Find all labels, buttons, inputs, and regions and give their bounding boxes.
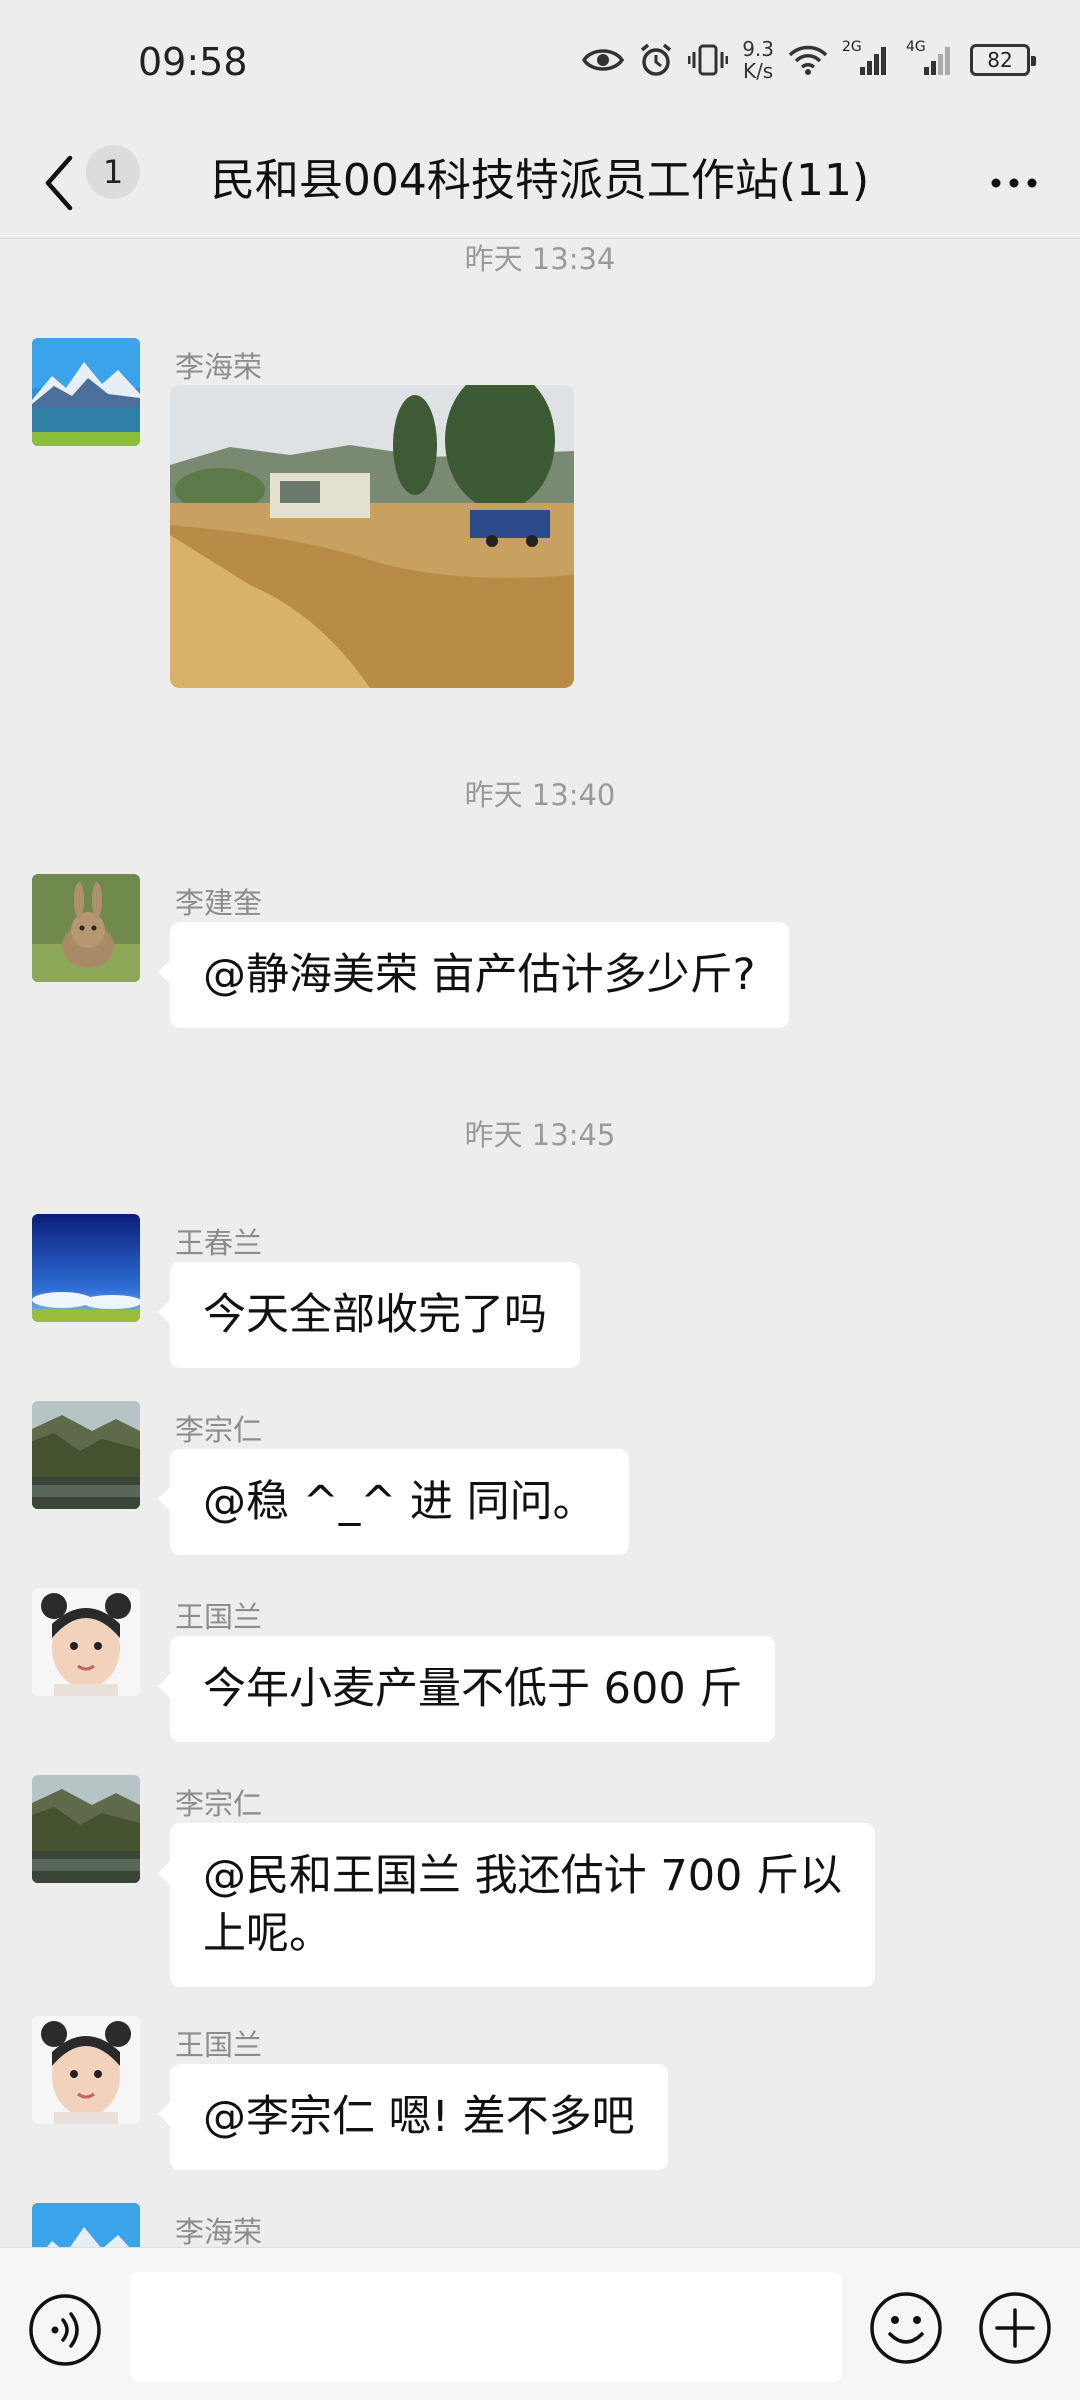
plus-icon[interactable] bbox=[977, 2290, 1053, 2366]
battery-indicator: 82 bbox=[970, 44, 1036, 76]
message-sender: 李宗仁 bbox=[175, 1413, 263, 1447]
net-speed-value: 9.3 bbox=[742, 37, 774, 61]
blue-sky-avatar[interactable] bbox=[32, 1214, 140, 1322]
message-sender: 李宗仁 bbox=[175, 1787, 263, 1821]
message-text-line: @民和王国兰 我还估计 700 斤以 bbox=[203, 1851, 843, 1901]
message-sender: 王国兰 bbox=[175, 2028, 263, 2062]
wifi-icon bbox=[788, 45, 828, 75]
emoji-icon[interactable] bbox=[868, 2290, 944, 2366]
mountain-lake-avatar[interactable] bbox=[32, 2203, 140, 2247]
more-horizontal-icon[interactable] bbox=[984, 158, 1044, 208]
valley-avatar[interactable] bbox=[32, 1401, 140, 1509]
eye-icon bbox=[582, 49, 625, 71]
mountain-lake-avatar[interactable] bbox=[32, 338, 140, 446]
message-timestamp: 昨天 13:34 bbox=[464, 242, 616, 276]
message-bubble[interactable]: 今年小麦产量不低于 600 斤 bbox=[157, 1636, 776, 1742]
signal-icon bbox=[860, 47, 886, 75]
child-avatar[interactable] bbox=[32, 1588, 140, 1696]
message-text-line: 上呢。 bbox=[203, 1909, 332, 1959]
status-bar: 09:58 9.3 K/s 2G 4G 82 bbox=[0, 0, 1080, 130]
status-time: 09:58 bbox=[138, 40, 248, 84]
chat-header: 1 民和县004科技特派员工作站(11) bbox=[0, 130, 1080, 240]
message-input[interactable] bbox=[130, 2272, 842, 2382]
status-icons: 9.3 K/s 2G 4G 82 bbox=[582, 38, 1036, 82]
rabbit-avatar[interactable] bbox=[32, 874, 140, 982]
message-bubble[interactable]: 今天全部收完了吗 bbox=[158, 1262, 580, 1368]
child-avatar[interactable] bbox=[32, 2016, 140, 2124]
net-speed-unit: K/s bbox=[742, 59, 774, 83]
signal-sim2: 4G bbox=[906, 39, 956, 77]
signal-icon bbox=[924, 47, 950, 75]
battery-level: 82 bbox=[987, 48, 1013, 72]
alarm-icon bbox=[641, 43, 672, 76]
message-bubble[interactable]: @静海美荣 亩产估计多少斤? bbox=[158, 922, 789, 1028]
message-bubble[interactable]: @民和王国兰 我还估计 700 斤以 上呢。 bbox=[157, 1823, 876, 1987]
net-speed: 9.3 K/s bbox=[742, 38, 774, 82]
chat-title: 民和县004科技特派员工作站(11) bbox=[210, 155, 870, 206]
message-sender: 李海荣 bbox=[175, 350, 263, 384]
voice-icon[interactable] bbox=[27, 2292, 103, 2368]
message-sender: 王春兰 bbox=[175, 1226, 263, 1260]
vibrate-icon bbox=[688, 44, 729, 76]
message-sender: 李海荣 bbox=[175, 2215, 263, 2249]
wheat-harvest-photo[interactable] bbox=[170, 385, 574, 688]
message-timestamp: 昨天 13:40 bbox=[464, 778, 616, 812]
message-bubble[interactable]: @稳 ^_^ 进 同问。 bbox=[158, 1449, 629, 1555]
message-bubble[interactable]: @李宗仁 嗯! 差不多吧 bbox=[158, 2064, 668, 2170]
message-sender: 王国兰 bbox=[175, 1600, 263, 1634]
chat-input-bar bbox=[0, 2247, 1080, 2400]
valley-avatar[interactable] bbox=[32, 1775, 140, 1883]
message-sender: 李建奎 bbox=[175, 886, 263, 920]
signal-sim1: 2G bbox=[842, 39, 892, 77]
message-timestamp: 昨天 13:45 bbox=[464, 1118, 616, 1152]
